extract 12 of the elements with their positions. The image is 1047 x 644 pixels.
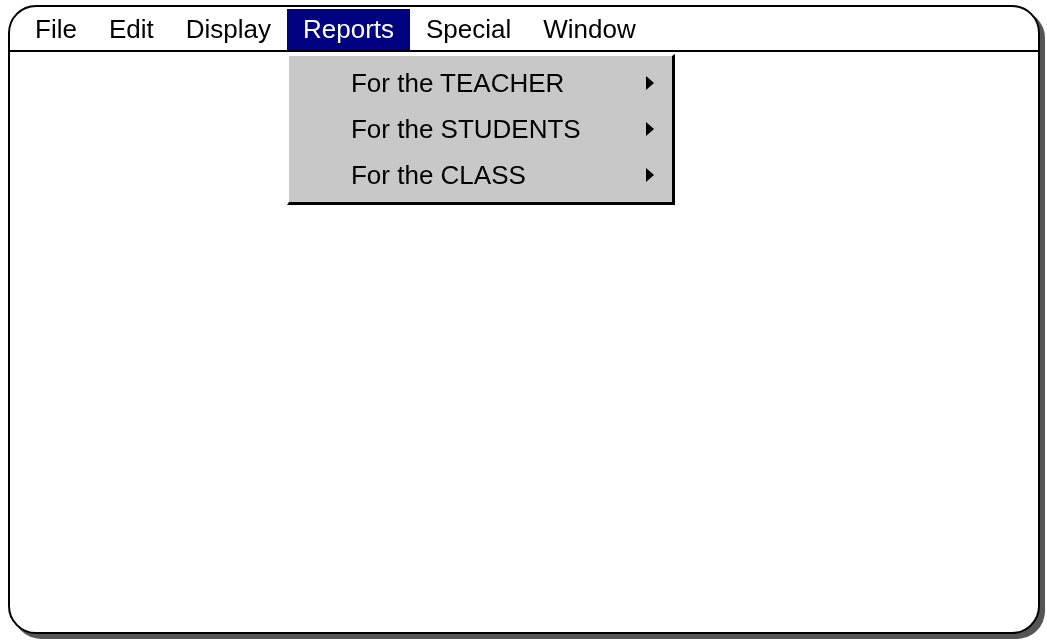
submenu-arrow-icon [645,76,654,90]
menu-item[interactable]: Special [410,9,528,50]
submenu-arrow-icon [645,122,654,136]
dropdown-item[interactable]: For the STUDENTS [288,106,672,152]
menu-item[interactable]: File [19,9,93,50]
menu-item[interactable]: Edit [92,9,170,50]
dropdown-item[interactable]: For the CLASS [288,152,672,198]
submenu-arrow-icon [645,168,654,182]
menu-item[interactable]: Display [169,9,287,50]
dropdown-item[interactable]: For the TEACHER [288,60,672,106]
menu-item[interactable]: Window [527,9,652,50]
menu-item[interactable]: Reports [286,9,410,50]
